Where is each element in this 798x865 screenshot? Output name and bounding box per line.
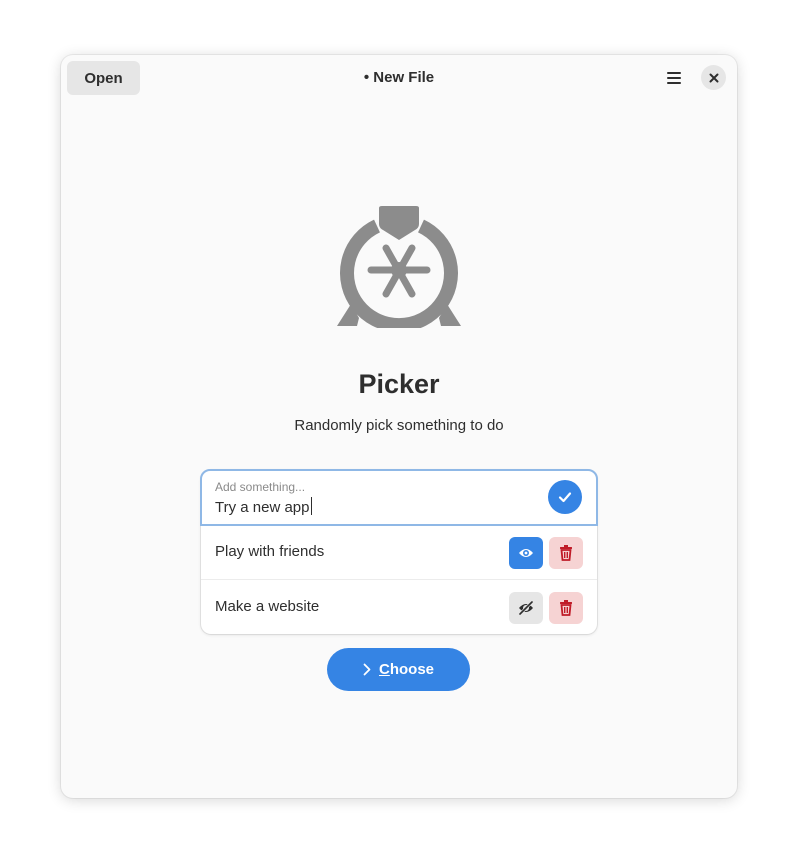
item-label: Make a website xyxy=(215,598,320,615)
window-title: • New File xyxy=(363,69,435,86)
close-icon xyxy=(709,73,718,82)
add-item-button[interactable] xyxy=(548,480,582,514)
header-bar: Open • New File xyxy=(61,55,737,101)
entry-value: Try a new app xyxy=(215,499,310,516)
entry-placeholder: Add something... xyxy=(215,480,306,494)
eye-icon xyxy=(519,549,533,557)
trash-icon xyxy=(560,600,572,616)
choose-label: Choose xyxy=(378,661,435,678)
item-label: Play with friends xyxy=(215,543,325,560)
app-description: Randomly pick something to do xyxy=(294,417,504,434)
add-item-entry[interactable]: Add something... Try a new app xyxy=(200,469,598,526)
hamburger-menu-icon xyxy=(667,72,681,84)
main-menu-button[interactable] xyxy=(660,64,688,92)
picker-wheel-icon xyxy=(337,206,461,328)
trash-icon xyxy=(560,545,572,561)
close-button[interactable] xyxy=(701,65,726,90)
items-list: Add something... Try a new app Play with… xyxy=(200,469,598,635)
checkmark-icon xyxy=(558,492,572,503)
delete-item-button[interactable] xyxy=(549,537,583,569)
eye-slash-icon xyxy=(518,601,534,615)
app-window: Open • New File Picker Randomly pick som… xyxy=(61,55,737,798)
toggle-visibility-button[interactable] xyxy=(509,592,543,624)
choose-button[interactable]: Choose xyxy=(327,648,470,691)
list-item: Make a website xyxy=(201,580,597,635)
toggle-visibility-button[interactable] xyxy=(509,537,543,569)
app-title: Picker xyxy=(358,369,440,399)
chevron-right-icon xyxy=(363,663,371,676)
delete-item-button[interactable] xyxy=(549,592,583,624)
entry-text[interactable]: Try a new app xyxy=(215,497,312,516)
list-item: Play with friends xyxy=(201,525,597,580)
text-caret xyxy=(310,497,312,515)
